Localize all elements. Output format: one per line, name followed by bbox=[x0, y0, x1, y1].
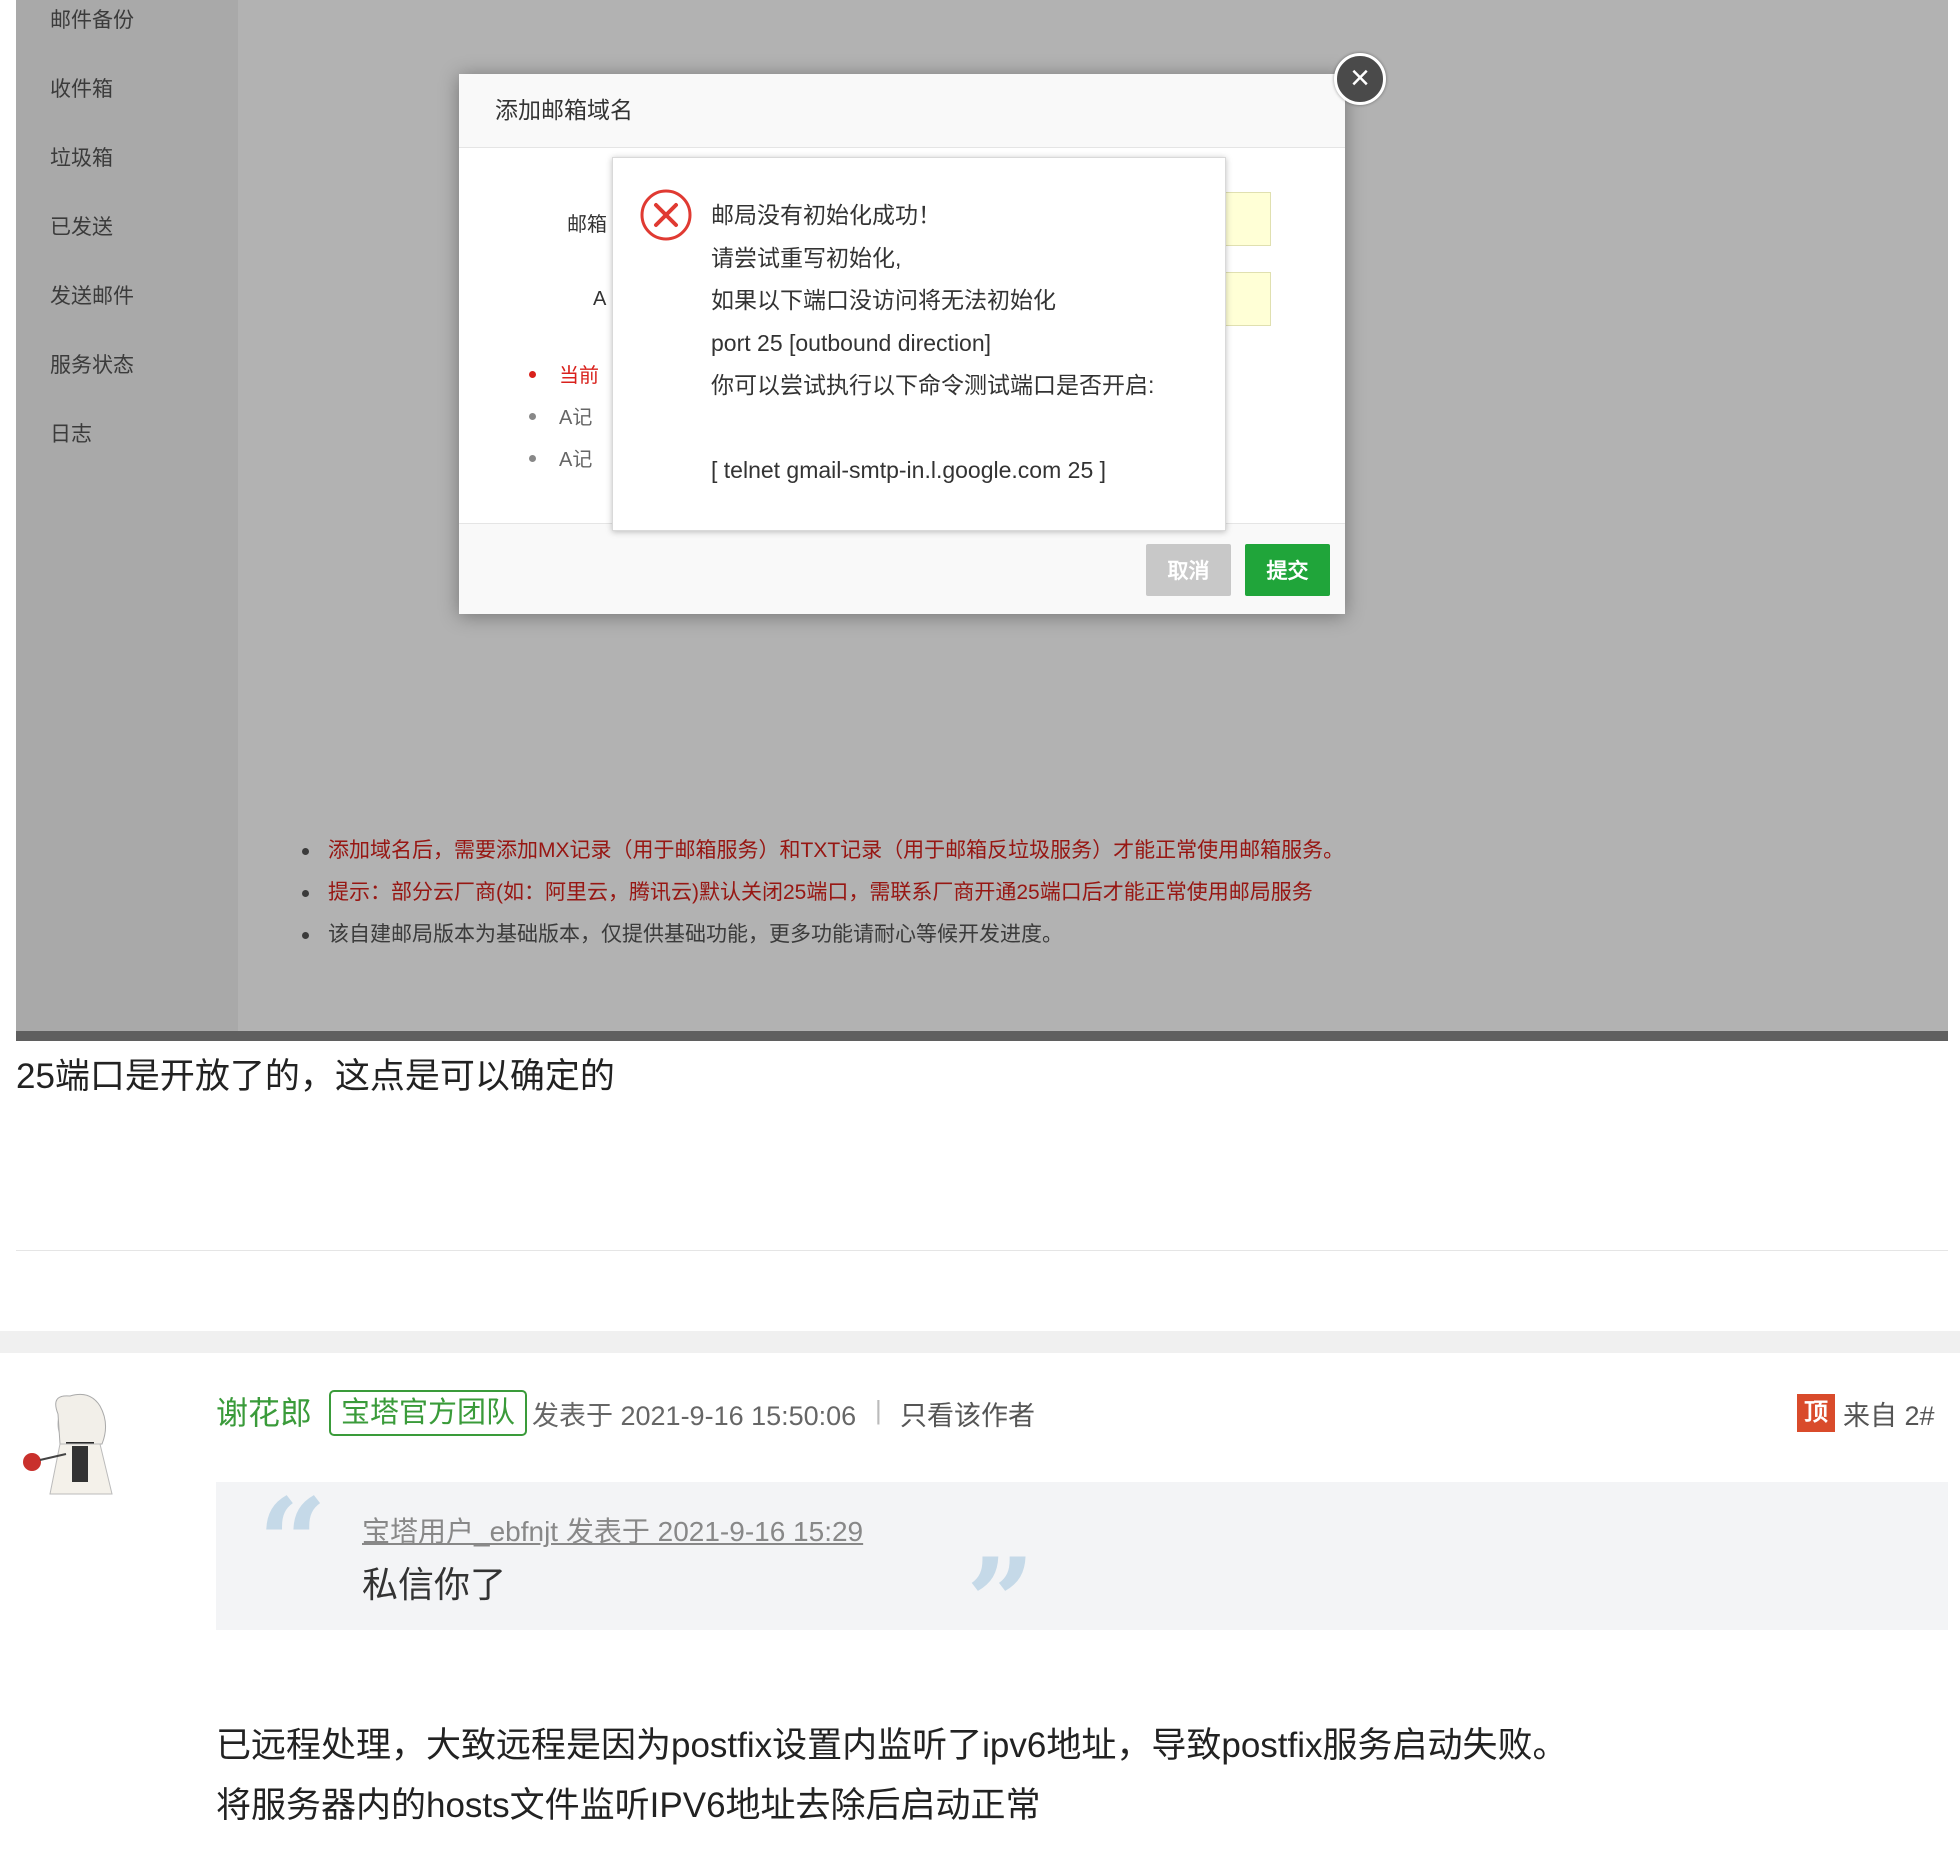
error-message: 邮局没有初始化成功！ 请尝试重写初始化, 如果以下端口没访问将无法初始化 por… bbox=[711, 194, 1154, 492]
close-icon[interactable]: × bbox=[1334, 53, 1386, 105]
quote-text: 私信你了 bbox=[362, 1564, 507, 1605]
quote-open-icon: “ bbox=[258, 1472, 328, 1613]
screenshot-bottom-bar bbox=[16, 1031, 1948, 1041]
reply-line: 将服务器内的hosts文件监听IPV6地址去除后启动正常 bbox=[216, 1786, 1041, 1825]
author-name[interactable]: 谢花郎 bbox=[216, 1388, 312, 1434]
post-separator-band bbox=[0, 1331, 1960, 1353]
error-line: 请尝试重写初始化, bbox=[711, 244, 902, 271]
a-record-input[interactable] bbox=[1219, 272, 1271, 326]
avatar[interactable] bbox=[20, 1384, 130, 1504]
meta-separator: | bbox=[875, 1395, 882, 1425]
reply-body: 已远程处理，大致远程是因为postfix设置内监听了ipv6地址，导致postf… bbox=[216, 1716, 1568, 1836]
post-divider bbox=[16, 1250, 1948, 1251]
official-team-badge: 宝塔官方团队 bbox=[329, 1390, 528, 1436]
list-dot bbox=[529, 371, 536, 378]
modal-footer: 取消 提交 bbox=[459, 523, 1345, 614]
quote-block: “ 宝塔用户_ebfnjt 发表于 2021-9-16 15:29 私信你了 ” bbox=[216, 1472, 1948, 1673]
only-author-link[interactable]: 只看该作者 bbox=[900, 1394, 1035, 1433]
error-line: 如果以下端口没访问将无法初始化 bbox=[711, 287, 1056, 313]
error-popup: 邮局没有初始化成功！ 请尝试重写初始化, 如果以下端口没访问将无法初始化 por… bbox=[612, 157, 1226, 531]
cancel-button[interactable]: 取消 bbox=[1146, 544, 1231, 596]
domain-input[interactable] bbox=[1219, 192, 1271, 246]
embedded-screenshot: 邮件备份 收件箱 垃圾箱 已发送 发送邮件 服务状态 日志 添加域名后，需要添加… bbox=[16, 0, 1948, 1041]
floor-number[interactable]: 来自 2# bbox=[1843, 1394, 1935, 1433]
reply-line: 已远程处理，大致远程是因为postfix设置内监听了ipv6地址，导致postf… bbox=[216, 1726, 1568, 1765]
list-item-current: 当前 bbox=[559, 365, 599, 387]
modal-title: 添加邮箱域名 bbox=[459, 74, 1345, 148]
error-x-icon bbox=[640, 189, 692, 241]
submit-button[interactable]: 提交 bbox=[1245, 544, 1330, 596]
error-line: port 25 [outbound direction] bbox=[711, 329, 992, 356]
post-timestamp: 发表于 2021-9-16 15:50:06 bbox=[532, 1401, 857, 1431]
error-line: [ telnet gmail-smtp-in.l.google.com 25 ] bbox=[711, 457, 1107, 483]
top-icon[interactable]: 顶 bbox=[1797, 1394, 1835, 1432]
field-label-a: A bbox=[593, 288, 607, 310]
error-line bbox=[711, 407, 1154, 450]
error-line: 你可以尝试执行以下命令测试端口是否开启: bbox=[711, 372, 1155, 398]
list-dot bbox=[529, 413, 536, 420]
list-item-a-record-2: A记 bbox=[559, 449, 593, 471]
list-dot bbox=[529, 455, 536, 462]
quote-source-link[interactable]: 宝塔用户_ebfnjt 发表于 2021-9-16 15:29 bbox=[362, 1510, 863, 1550]
post-caption: 25端口是开放了的，这点是可以确定的 bbox=[16, 1057, 615, 1096]
error-line: 邮局没有初始化成功！ bbox=[711, 202, 941, 228]
quote-close-icon: ” bbox=[966, 1532, 1036, 1673]
field-label-mailbox: 邮箱 bbox=[567, 214, 607, 236]
list-item-a-record-1: A记 bbox=[559, 407, 593, 429]
